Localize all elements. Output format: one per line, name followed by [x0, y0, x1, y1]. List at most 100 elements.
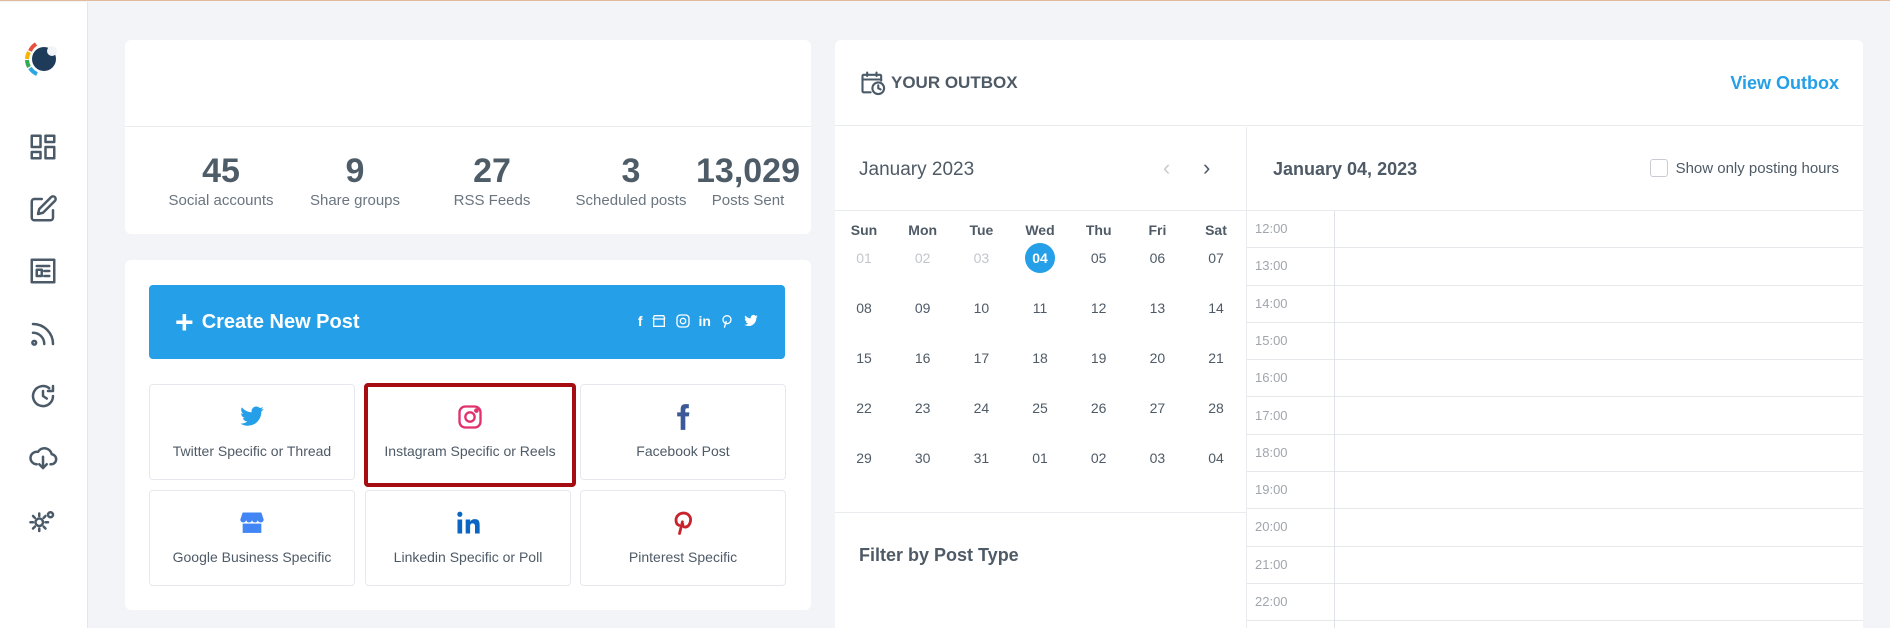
- calendar-day[interactable]: 16: [908, 343, 938, 373]
- article-icon[interactable]: [26, 254, 60, 288]
- calendar-day-selected[interactable]: 04: [1025, 243, 1055, 273]
- rss-icon[interactable]: [26, 317, 60, 351]
- calendar-day[interactable]: 31: [966, 443, 996, 473]
- network-icons: f in: [638, 312, 759, 330]
- create-new-post-button[interactable]: + Create New Post f in: [149, 285, 785, 359]
- view-outbox-link[interactable]: View Outbox: [1730, 73, 1839, 94]
- chevron-right-icon[interactable]: ›: [1203, 157, 1210, 179]
- tile-linkedin[interactable]: Linkedin Specific or Poll: [365, 490, 571, 586]
- time-slot[interactable]: 13:00: [1247, 248, 1863, 286]
- time-slot[interactable]: 21:00: [1247, 547, 1863, 584]
- time-slot[interactable]: 12:00: [1247, 211, 1863, 249]
- create-post-card: + Create New Post f in Twitter Specific …: [125, 260, 811, 610]
- calendar-day[interactable]: 27: [1142, 393, 1172, 423]
- calendar-day[interactable]: 22: [849, 393, 879, 423]
- time-slot[interactable]: 18:00: [1247, 435, 1863, 473]
- weekday-sun: Sun: [850, 222, 878, 238]
- pinterest-mini-icon: [722, 315, 732, 328]
- stat-posts-sent: 13,029 Posts Sent: [685, 152, 811, 209]
- twitter-mini-icon: [744, 314, 758, 326]
- stat-label: Share groups: [309, 192, 401, 209]
- time-slot[interactable]: 15:00: [1247, 323, 1863, 361]
- posting-hours-toggle[interactable]: Show only posting hours: [1649, 159, 1839, 177]
- tile-label: Facebook Post: [636, 443, 730, 459]
- plus-icon: +: [175, 304, 194, 340]
- calendar-day[interactable]: 17: [966, 343, 996, 373]
- checkbox[interactable]: [1649, 159, 1668, 177]
- time-slot[interactable]: 20:00: [1247, 509, 1863, 547]
- time-label: 18:00: [1255, 444, 1288, 460]
- weekday-fri: Fri: [1148, 222, 1167, 238]
- calendar-day[interactable]: 24: [966, 393, 996, 423]
- calendar-month: January 2023: [859, 159, 975, 180]
- time-slot[interactable]: 14:00: [1247, 286, 1863, 323]
- calendar-day[interactable]: 25: [1025, 393, 1055, 423]
- weekday-sat: Sat: [1205, 222, 1227, 238]
- tile-google-business[interactable]: Google Business Specific: [149, 490, 355, 586]
- time-slot[interactable]: 16:00: [1247, 360, 1863, 398]
- time-label: 17:00: [1255, 407, 1288, 423]
- calendar-day[interactable]: 04: [1201, 443, 1231, 473]
- calendar-day[interactable]: 28: [1201, 393, 1231, 423]
- calendar-day[interactable]: 11: [1025, 293, 1055, 323]
- calendar-day[interactable]: 14: [1201, 293, 1231, 323]
- calendar-day[interactable]: 08: [849, 293, 879, 323]
- twitter-icon: [240, 406, 264, 426]
- calendar-day[interactable]: 21: [1201, 343, 1231, 373]
- calendar-day[interactable]: 09: [908, 293, 938, 323]
- outbox-header: YOUR OUTBOX View Outbox: [835, 40, 1863, 126]
- calendar-day[interactable]: 02: [1084, 443, 1114, 473]
- pinterest-icon: [674, 511, 692, 535]
- calendar-day[interactable]: 03: [966, 243, 996, 273]
- calendar-day[interactable]: 13: [1142, 293, 1172, 323]
- settings-icon[interactable]: [26, 504, 60, 538]
- chevron-left-icon[interactable]: ‹: [1163, 157, 1170, 179]
- linkedin-mini-icon: in: [698, 313, 711, 329]
- time-label: 20:00: [1255, 519, 1288, 535]
- calendar-day[interactable]: 06: [1142, 243, 1172, 273]
- calendar-day[interactable]: 30: [908, 443, 938, 473]
- calendar-day[interactable]: 20: [1142, 343, 1172, 373]
- cloud-download-icon[interactable]: [26, 441, 60, 475]
- tile-pinterest[interactable]: Pinterest Specific: [580, 490, 786, 586]
- day-view-title: January 04, 2023: [1273, 159, 1418, 179]
- calendar-day[interactable]: 07: [1201, 243, 1231, 273]
- tile-twitter[interactable]: Twitter Specific or Thread: [149, 384, 355, 480]
- calendar-day[interactable]: 12: [1084, 293, 1114, 323]
- calendar-day[interactable]: 19: [1084, 343, 1114, 373]
- time-slot[interactable]: 22:00: [1247, 584, 1863, 622]
- linkedin-icon: [457, 511, 480, 534]
- calendar-day[interactable]: 01: [1025, 443, 1055, 473]
- app-logo-icon[interactable]: [22, 39, 62, 79]
- calendar-day[interactable]: 10: [966, 293, 996, 323]
- stat-share-groups: 9 Share groups: [285, 152, 425, 209]
- time-slot[interactable]: 19:00: [1247, 472, 1863, 510]
- calendar-day[interactable]: 05: [1084, 243, 1114, 273]
- divider: [125, 126, 811, 127]
- outbox-card: YOUR OUTBOX View Outbox January 2023 ‹ ›…: [835, 40, 1863, 628]
- time-label: 15:00: [1255, 332, 1288, 348]
- filter-by-post-type-title: Filter by Post Type: [859, 545, 1019, 565]
- calendar-day[interactable]: 18: [1025, 343, 1055, 373]
- create-new-post-label: Create New Post: [201, 310, 360, 333]
- calendar-day[interactable]: 15: [849, 343, 879, 373]
- time-label: 16:00: [1255, 370, 1288, 386]
- schedule-icon[interactable]: [26, 379, 60, 413]
- calendar-day[interactable]: 29: [849, 443, 879, 473]
- calendar-day[interactable]: 26: [1084, 393, 1114, 423]
- edit-icon[interactable]: [26, 192, 60, 226]
- tile-facebook[interactable]: Facebook Post: [580, 384, 786, 480]
- tile-instagram[interactable]: Instagram Specific or Reels: [364, 383, 576, 487]
- calendar-day[interactable]: 23: [908, 393, 938, 423]
- dashboard-icon[interactable]: [26, 130, 60, 164]
- weekday-tue: Tue: [969, 222, 994, 238]
- tile-label: Linkedin Specific or Poll: [393, 549, 543, 565]
- sidebar: [0, 2, 88, 628]
- calendar-day[interactable]: 02: [908, 243, 938, 273]
- stat-social-accounts: 45 Social accounts: [141, 152, 301, 209]
- time-slot[interactable]: 17:00: [1247, 398, 1863, 435]
- calendar-day[interactable]: 01: [849, 243, 879, 273]
- tile-label: Instagram Specific or Reels: [384, 443, 556, 459]
- calendar-day[interactable]: 03: [1142, 443, 1172, 473]
- tile-label: Google Business Specific: [172, 549, 332, 565]
